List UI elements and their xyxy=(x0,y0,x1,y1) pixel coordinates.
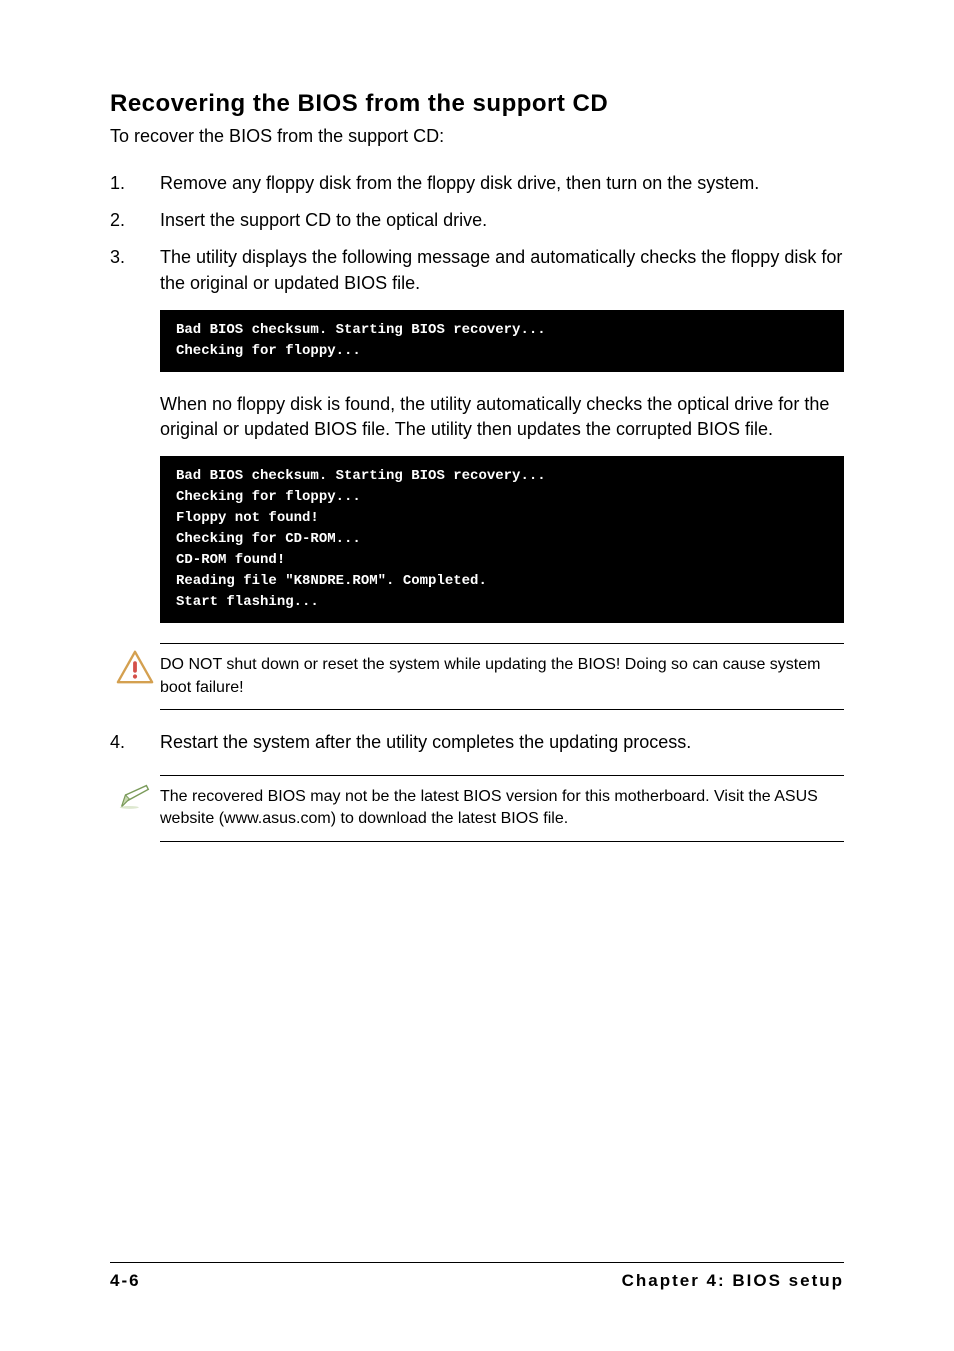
step-number: 2. xyxy=(110,208,160,233)
step-number: 1. xyxy=(110,171,160,196)
step-2: 2. Insert the support CD to the optical … xyxy=(110,208,844,233)
chapter-label: Chapter 4: BIOS setup xyxy=(622,1271,844,1291)
note-text: The recovered BIOS may not be the latest… xyxy=(160,775,844,842)
step-3: 3. The utility displays the following me… xyxy=(110,245,844,295)
warning-icon xyxy=(110,643,160,685)
page-footer: 4-6 Chapter 4: BIOS setup xyxy=(110,1262,844,1291)
warning-text: DO NOT shut down or reset the system whi… xyxy=(160,643,844,710)
step-1: 1. Remove any floppy disk from the flopp… xyxy=(110,171,844,196)
step-4: 4. Restart the system after the utility … xyxy=(110,730,844,755)
steps-list: 1. Remove any floppy disk from the flopp… xyxy=(110,171,844,842)
page-content: Recovering the BIOS from the support CD … xyxy=(110,90,844,842)
step-3-continuation: When no floppy disk is found, the utilit… xyxy=(160,392,844,442)
step-number: 4. xyxy=(110,730,160,755)
step-text: Insert the support CD to the optical dri… xyxy=(160,208,844,233)
warning-callout: DO NOT shut down or reset the system whi… xyxy=(110,643,844,710)
section-heading: Recovering the BIOS from the support CD xyxy=(110,90,844,118)
console-output-2: Bad BIOS checksum. Starting BIOS recover… xyxy=(160,456,844,623)
pencil-icon xyxy=(110,775,160,811)
note-callout: The recovered BIOS may not be the latest… xyxy=(110,775,844,842)
step-text: Remove any floppy disk from the floppy d… xyxy=(160,171,844,196)
page-number: 4-6 xyxy=(110,1271,141,1291)
step-text: Restart the system after the utility com… xyxy=(160,730,844,755)
intro-text: To recover the BIOS from the support CD: xyxy=(110,126,844,147)
console-output-1: Bad BIOS checksum. Starting BIOS recover… xyxy=(160,310,844,372)
step-number: 3. xyxy=(110,245,160,295)
step-text: The utility displays the following messa… xyxy=(160,245,844,295)
